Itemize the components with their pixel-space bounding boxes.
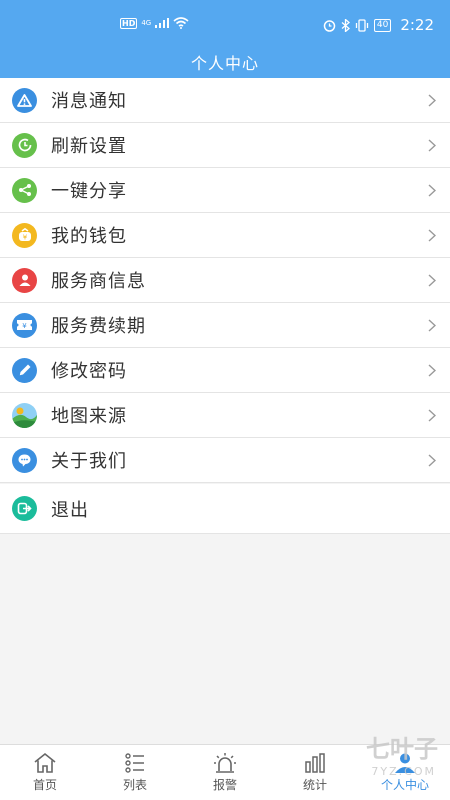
chevron-right-icon (428, 229, 436, 242)
menu-item-label: 服务商信息 (51, 271, 146, 292)
chevron-right-icon (428, 409, 436, 422)
pencil-icon (12, 357, 37, 383)
map-icon (12, 402, 37, 428)
menu-item-label: 消息通知 (51, 91, 127, 112)
watermark-text: 七叶子 (366, 735, 438, 763)
chevron-right-icon (428, 94, 436, 107)
signal-icon (155, 18, 170, 28)
watermark-url: 7YZ.COM (371, 765, 436, 778)
bluetooth-icon (341, 18, 350, 32)
tab-label: 统计 (302, 778, 327, 792)
menu-item-label: 地图来源 (51, 406, 127, 427)
status-bar: HD 4G 40 2:22 (0, 15, 450, 37)
tab-alarm[interactable]: 报警 (180, 745, 270, 800)
battery-indicator: 40 (373, 18, 392, 32)
hd-badge: HD (120, 17, 138, 29)
network-type: 4G (141, 19, 152, 27)
exit-label: 退出 (51, 499, 89, 521)
exit-section: 退出 (0, 484, 450, 534)
page-title: 个人中心 (190, 54, 259, 73)
tab-home[interactable]: 首页 (0, 745, 90, 800)
menu-item-wallet[interactable]: ¥ 我的钱包 (0, 213, 450, 258)
menu-item-provider-info[interactable]: 服务商信息 (0, 258, 450, 303)
person-icon (12, 267, 37, 293)
wifi-icon (173, 17, 189, 29)
home-icon (34, 752, 56, 773)
stats-icon (305, 753, 325, 773)
menu-item-share[interactable]: 一键分享 (0, 168, 450, 213)
tab-label: 列表 (122, 778, 147, 792)
exit-icon (12, 496, 37, 521)
menu-item-change-password[interactable]: 修改密码 (0, 348, 450, 393)
chevron-right-icon (428, 274, 436, 287)
status-time: 2:22 (400, 16, 434, 34)
wallet-icon: ¥ (12, 222, 37, 248)
alarm-clock-icon (323, 19, 336, 32)
chevron-right-icon (428, 364, 436, 377)
menu-item-label: 关于我们 (51, 451, 127, 472)
chevron-right-icon (428, 139, 436, 152)
chevron-right-icon (428, 454, 436, 467)
app-header: HD 4G 40 2:22 个人中心 (0, 0, 450, 78)
alarm-icon (214, 753, 236, 773)
ticket-icon: ¥ (12, 312, 37, 338)
settings-menu: 消息通知 刷新设置 一键分享 ¥ 我的钱包 服务商信息 ¥ 服务费续期 修改密码… (0, 78, 450, 483)
menu-item-label: 一键分享 (51, 181, 127, 202)
svg-text:¥: ¥ (22, 322, 27, 330)
menu-item-label: 刷新设置 (51, 136, 127, 157)
tab-statistics[interactable]: 统计 (270, 745, 360, 800)
tab-list[interactable]: 列表 (90, 745, 180, 800)
tab-label: 首页 (32, 778, 57, 792)
vibrate-icon (355, 18, 369, 32)
tab-label: 报警 (212, 778, 237, 792)
menu-item-label: 我的钱包 (51, 226, 127, 247)
menu-item-label: 服务费续期 (51, 316, 146, 337)
clock-icon (12, 132, 37, 158)
chevron-right-icon (428, 184, 436, 197)
menu-item-service-renewal[interactable]: ¥ 服务费续期 (0, 303, 450, 348)
tab-label: 个人中心 (380, 778, 429, 792)
exit-button[interactable]: 退出 (0, 484, 450, 534)
chevron-right-icon (428, 319, 436, 332)
list-icon (125, 753, 144, 773)
menu-item-map-source[interactable]: 地图来源 (0, 393, 450, 438)
share-icon (12, 177, 37, 203)
menu-item-label: 修改密码 (51, 361, 127, 382)
svg-text:¥: ¥ (22, 234, 27, 242)
warning-icon (12, 87, 37, 113)
chat-icon (12, 447, 37, 473)
menu-item-about-us[interactable]: 关于我们 (0, 438, 450, 483)
menu-item-notifications[interactable]: 消息通知 (0, 78, 450, 123)
menu-item-refresh-settings[interactable]: 刷新设置 (0, 123, 450, 168)
